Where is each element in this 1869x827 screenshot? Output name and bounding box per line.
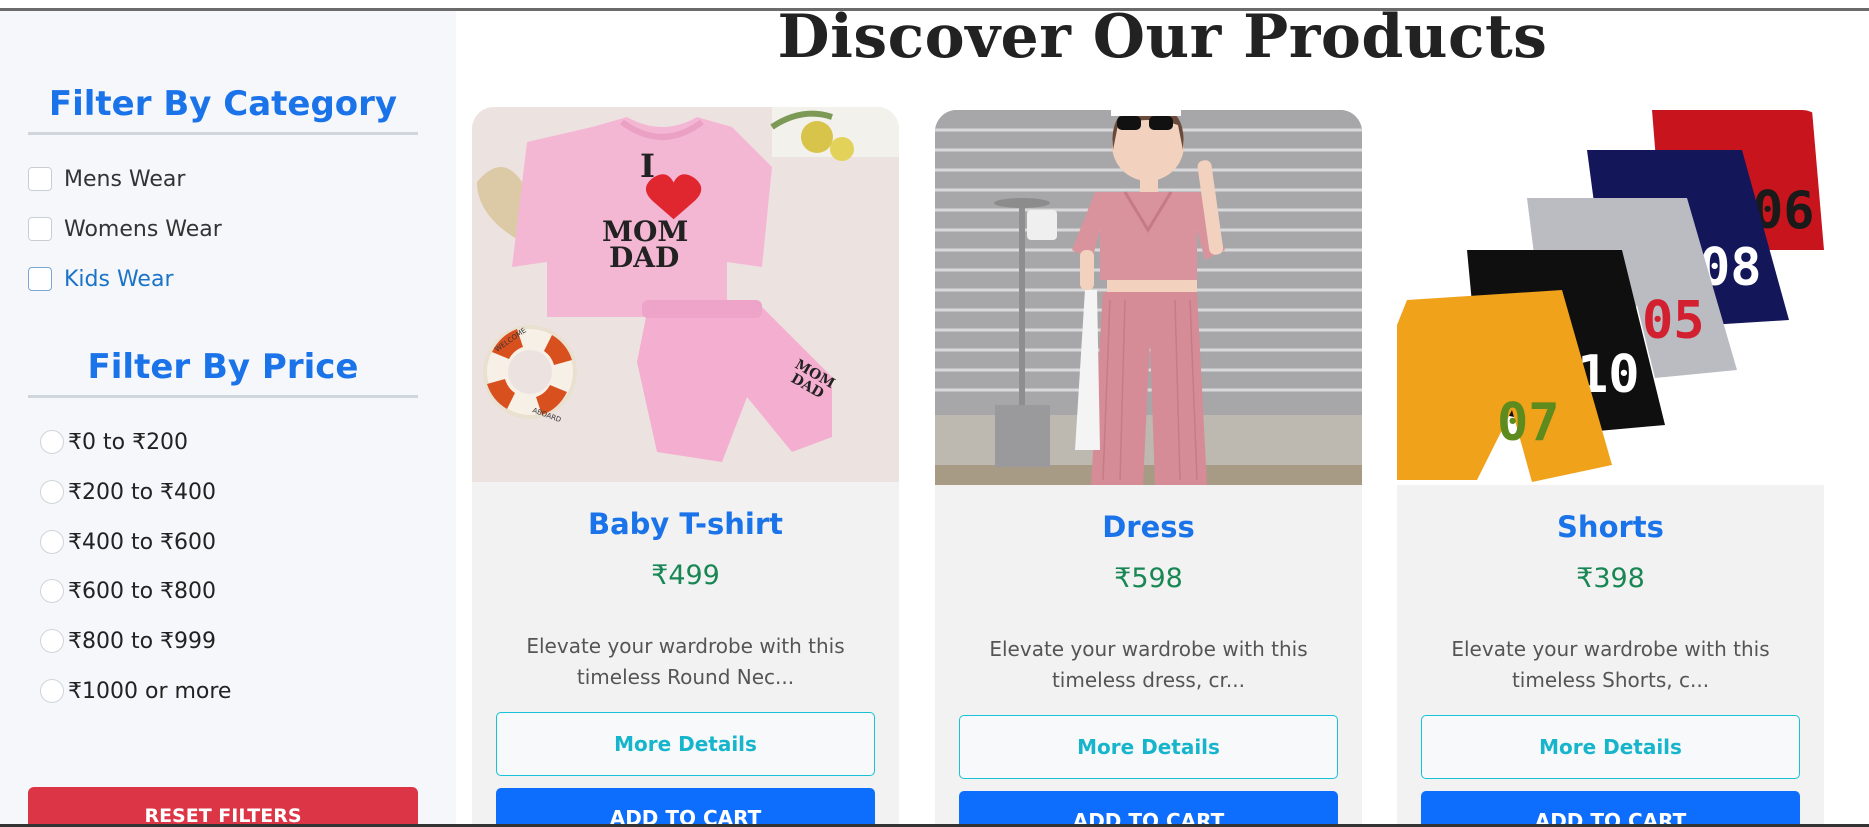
shorts-number: 05 <box>1642 291 1705 351</box>
price-label: ₹1000 or more <box>68 678 232 704</box>
category-option-kids[interactable]: Kids Wear <box>28 264 173 294</box>
category-label: Mens Wear <box>64 166 186 192</box>
product-price: ₹398 <box>1576 563 1645 594</box>
price-filter-title: Filter By Price <box>87 347 359 387</box>
product-card: I MOM DAD MOM DAD WELCOME ABOARD Baby T-… <box>472 107 899 827</box>
more-details-button[interactable]: More Details <box>496 712 875 776</box>
price-label: ₹800 to ₹999 <box>68 628 217 654</box>
product-image-shorts[interactable]: 06 08 05 10 07 <box>1397 110 1824 485</box>
price-radio[interactable] <box>40 530 64 554</box>
product-image-dress[interactable] <box>935 110 1362 485</box>
page-title: Discover Our Products <box>777 2 1548 72</box>
add-to-cart-button[interactable]: ADD TO CART <box>1421 791 1800 827</box>
price-radio[interactable] <box>40 579 64 603</box>
more-details-button[interactable]: More Details <box>1421 715 1800 779</box>
product-name: Baby T-shirt <box>588 507 783 541</box>
category-option-mens[interactable]: Mens Wear <box>28 164 185 194</box>
price-option[interactable]: ₹400 to ₹600 <box>40 527 216 557</box>
add-to-cart-button[interactable]: ADD TO CART <box>496 788 875 827</box>
product-image-baby-tshirt[interactable]: I MOM DAD MOM DAD WELCOME ABOARD <box>472 107 899 482</box>
shorts-number: 07 <box>1497 393 1560 453</box>
tshirt-print-text: DAD <box>609 241 679 274</box>
category-filter-title: Filter By Category <box>48 84 398 124</box>
price-option[interactable]: ₹800 to ₹999 <box>40 626 216 656</box>
category-title-divider <box>28 132 418 135</box>
price-label: ₹600 to ₹800 <box>68 578 217 604</box>
category-option-womens[interactable]: Womens Wear <box>28 214 222 244</box>
product-card: Dress ₹598 Elevate your wardrobe with th… <box>935 110 1362 827</box>
price-option[interactable]: ₹200 to ₹400 <box>40 477 216 507</box>
price-option[interactable]: ₹1000 or more <box>40 676 231 706</box>
price-title-divider <box>28 395 418 398</box>
product-card: 06 08 05 10 07 Shorts ₹398 Elevate your … <box>1397 110 1824 827</box>
add-to-cart-button[interactable]: ADD TO CART <box>959 791 1338 827</box>
product-price: ₹598 <box>1114 563 1183 594</box>
price-label: ₹400 to ₹600 <box>68 529 217 555</box>
price-radio[interactable] <box>40 679 64 703</box>
price-label: ₹200 to ₹400 <box>68 479 217 505</box>
more-details-button[interactable]: More Details <box>959 715 1338 779</box>
price-radio[interactable] <box>40 629 64 653</box>
reset-filters-button[interactable]: RESET FILTERS <box>28 787 418 827</box>
product-name: Dress <box>1102 510 1195 544</box>
price-label: ₹0 to ₹200 <box>68 429 189 455</box>
womens-wear-checkbox[interactable] <box>28 217 52 241</box>
price-radio[interactable] <box>40 430 64 454</box>
kids-wear-checkbox[interactable] <box>28 267 52 291</box>
product-description: Elevate your wardrobe with this timeless… <box>526 634 845 689</box>
price-radio[interactable] <box>40 480 64 504</box>
product-name: Shorts <box>1557 510 1664 544</box>
product-price: ₹499 <box>651 560 720 591</box>
product-description: Elevate your wardrobe with this timeless… <box>1451 637 1770 692</box>
product-description: Elevate your wardrobe with this timeless… <box>989 637 1308 692</box>
category-label: Kids Wear <box>64 266 174 292</box>
category-label: Womens Wear <box>64 216 222 242</box>
price-option[interactable]: ₹600 to ₹800 <box>40 576 216 606</box>
price-option[interactable]: ₹0 to ₹200 <box>40 427 188 457</box>
mens-wear-checkbox[interactable] <box>28 167 52 191</box>
